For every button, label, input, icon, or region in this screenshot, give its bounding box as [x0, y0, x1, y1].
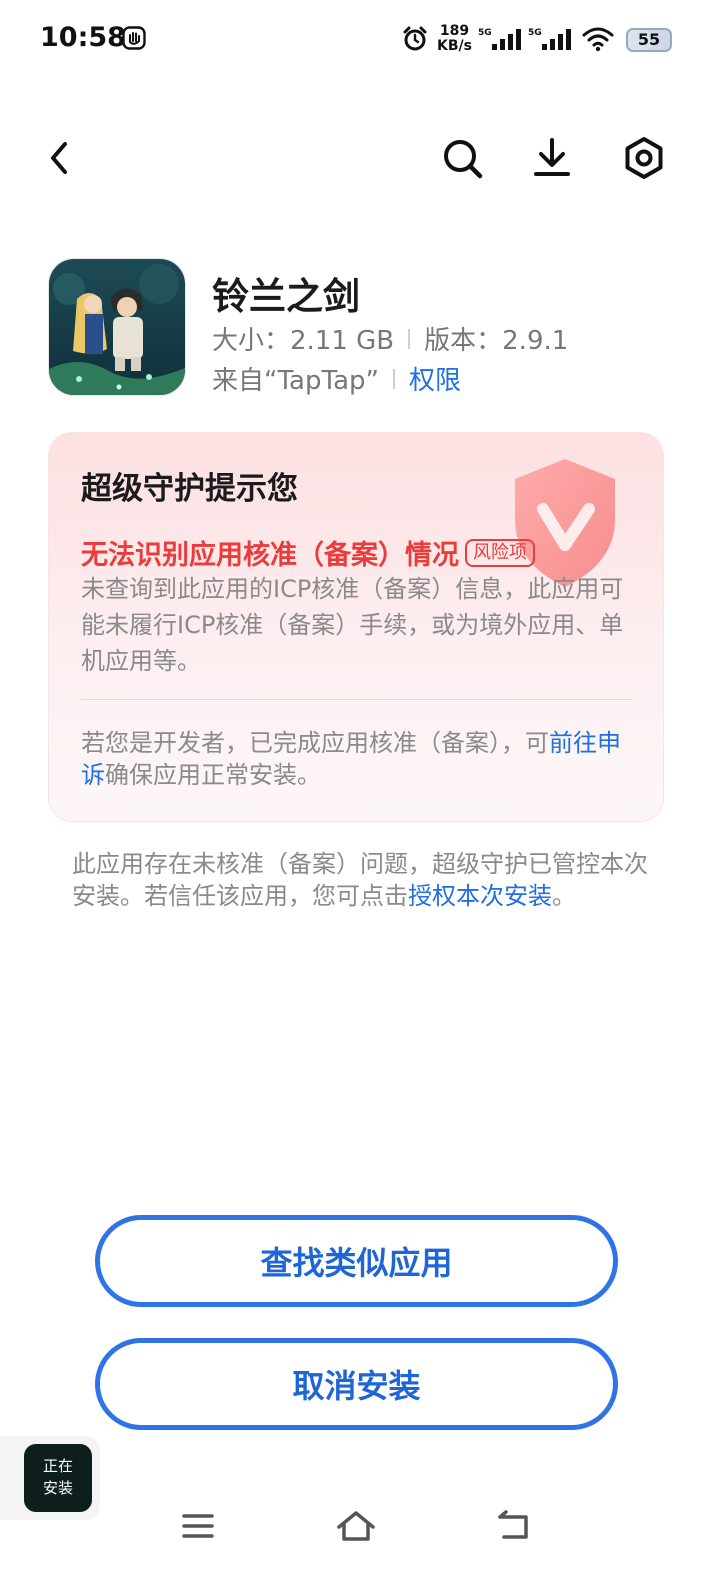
- nav-back-button[interactable]: [494, 1506, 534, 1546]
- wifi-icon: [582, 27, 614, 52]
- download-button[interactable]: [528, 134, 576, 182]
- find-similar-apps-button[interactable]: 查找类似应用: [95, 1215, 618, 1307]
- app-name: 铃兰之剑: [212, 275, 360, 318]
- settings-button[interactable]: [620, 134, 668, 182]
- note-end: 。: [552, 882, 576, 910]
- meta-divider: [408, 328, 411, 349]
- search-icon: [444, 140, 483, 179]
- guard-warning-card: 超级守护提示您 无法识别应用核准（备案）情况 风险项 未查询到此应用的ICP核准…: [48, 432, 664, 822]
- app-source: 来自“TapTap”: [212, 366, 379, 396]
- install-control-note: 此应用存在未核准（备案）问题，超级守护已管控本次安装。若信任该应用，您可点击授权…: [72, 848, 652, 912]
- authorize-install-link[interactable]: 授权本次安装: [408, 882, 552, 910]
- app-meta-source: 来自“TapTap” 权限: [212, 360, 461, 397]
- search-button[interactable]: [438, 134, 486, 182]
- network-speed: 189 KB/s: [437, 24, 472, 54]
- clock: 10:58: [40, 22, 126, 53]
- installing-badge[interactable]: 正在 安装: [24, 1444, 92, 1512]
- cancel-install-button[interactable]: 取消安装: [95, 1338, 618, 1430]
- permissions-link[interactable]: 权限: [409, 360, 461, 397]
- installing-line1: 正在: [42, 1457, 73, 1475]
- network-speed-unit: KB/s: [437, 38, 472, 54]
- app-meta-size-version: 大小：2.11 GB 版本：2.9.1: [212, 320, 568, 357]
- developer-note: 若您是开发者，已完成应用核准（备案），可前往申诉确保应用正常安装。: [81, 727, 641, 791]
- app-version: 版本：2.9.1: [424, 326, 569, 356]
- signal-icon: 5G: [478, 28, 521, 50]
- risk-description: 未查询到此应用的ICP核准（备案）信息，此应用可能未履行ICP核准（备案）手续，…: [81, 575, 624, 675]
- home-icon: [337, 1511, 375, 1541]
- card-divider: [81, 699, 633, 700]
- app-size: 大小：2.11 GB: [212, 326, 395, 356]
- app-icon: [48, 258, 186, 396]
- hand-icon: [122, 26, 146, 50]
- risk-badge: 风险项: [465, 538, 535, 567]
- guard-title: 超级守护提示您: [81, 471, 298, 507]
- nav-home-button[interactable]: [336, 1506, 376, 1546]
- risk-title: 无法识别应用核准（备案）情况: [81, 540, 459, 571]
- download-icon: [534, 138, 570, 176]
- back-icon: [51, 142, 67, 174]
- battery-level: 55: [637, 30, 661, 49]
- status-bar: 10:58 189 KB/s 5G 5G 55: [0, 0, 720, 80]
- signal-icon: 5G: [528, 28, 571, 50]
- nav-menu-button[interactable]: [178, 1506, 218, 1546]
- signal-label: 5G: [478, 28, 492, 38]
- meta-divider: [392, 368, 395, 389]
- alarm-icon: [403, 26, 427, 51]
- installing-line2: 安装: [42, 1479, 73, 1497]
- back-button[interactable]: [36, 134, 84, 182]
- dev-note-suffix: 确保应用正常安装。: [105, 761, 321, 789]
- battery-icon: 55: [626, 28, 672, 52]
- dev-note-prefix: 若您是开发者，已完成应用核准（备案），可: [81, 729, 549, 757]
- network-speed-value: 189: [439, 23, 470, 39]
- settings-icon: [625, 137, 663, 179]
- menu-icon: [182, 1514, 214, 1538]
- signal-label: 5G: [528, 28, 542, 38]
- back-icon: [498, 1510, 528, 1539]
- risk-heading: 无法识别应用核准（备案）情况 风险项: [81, 533, 535, 572]
